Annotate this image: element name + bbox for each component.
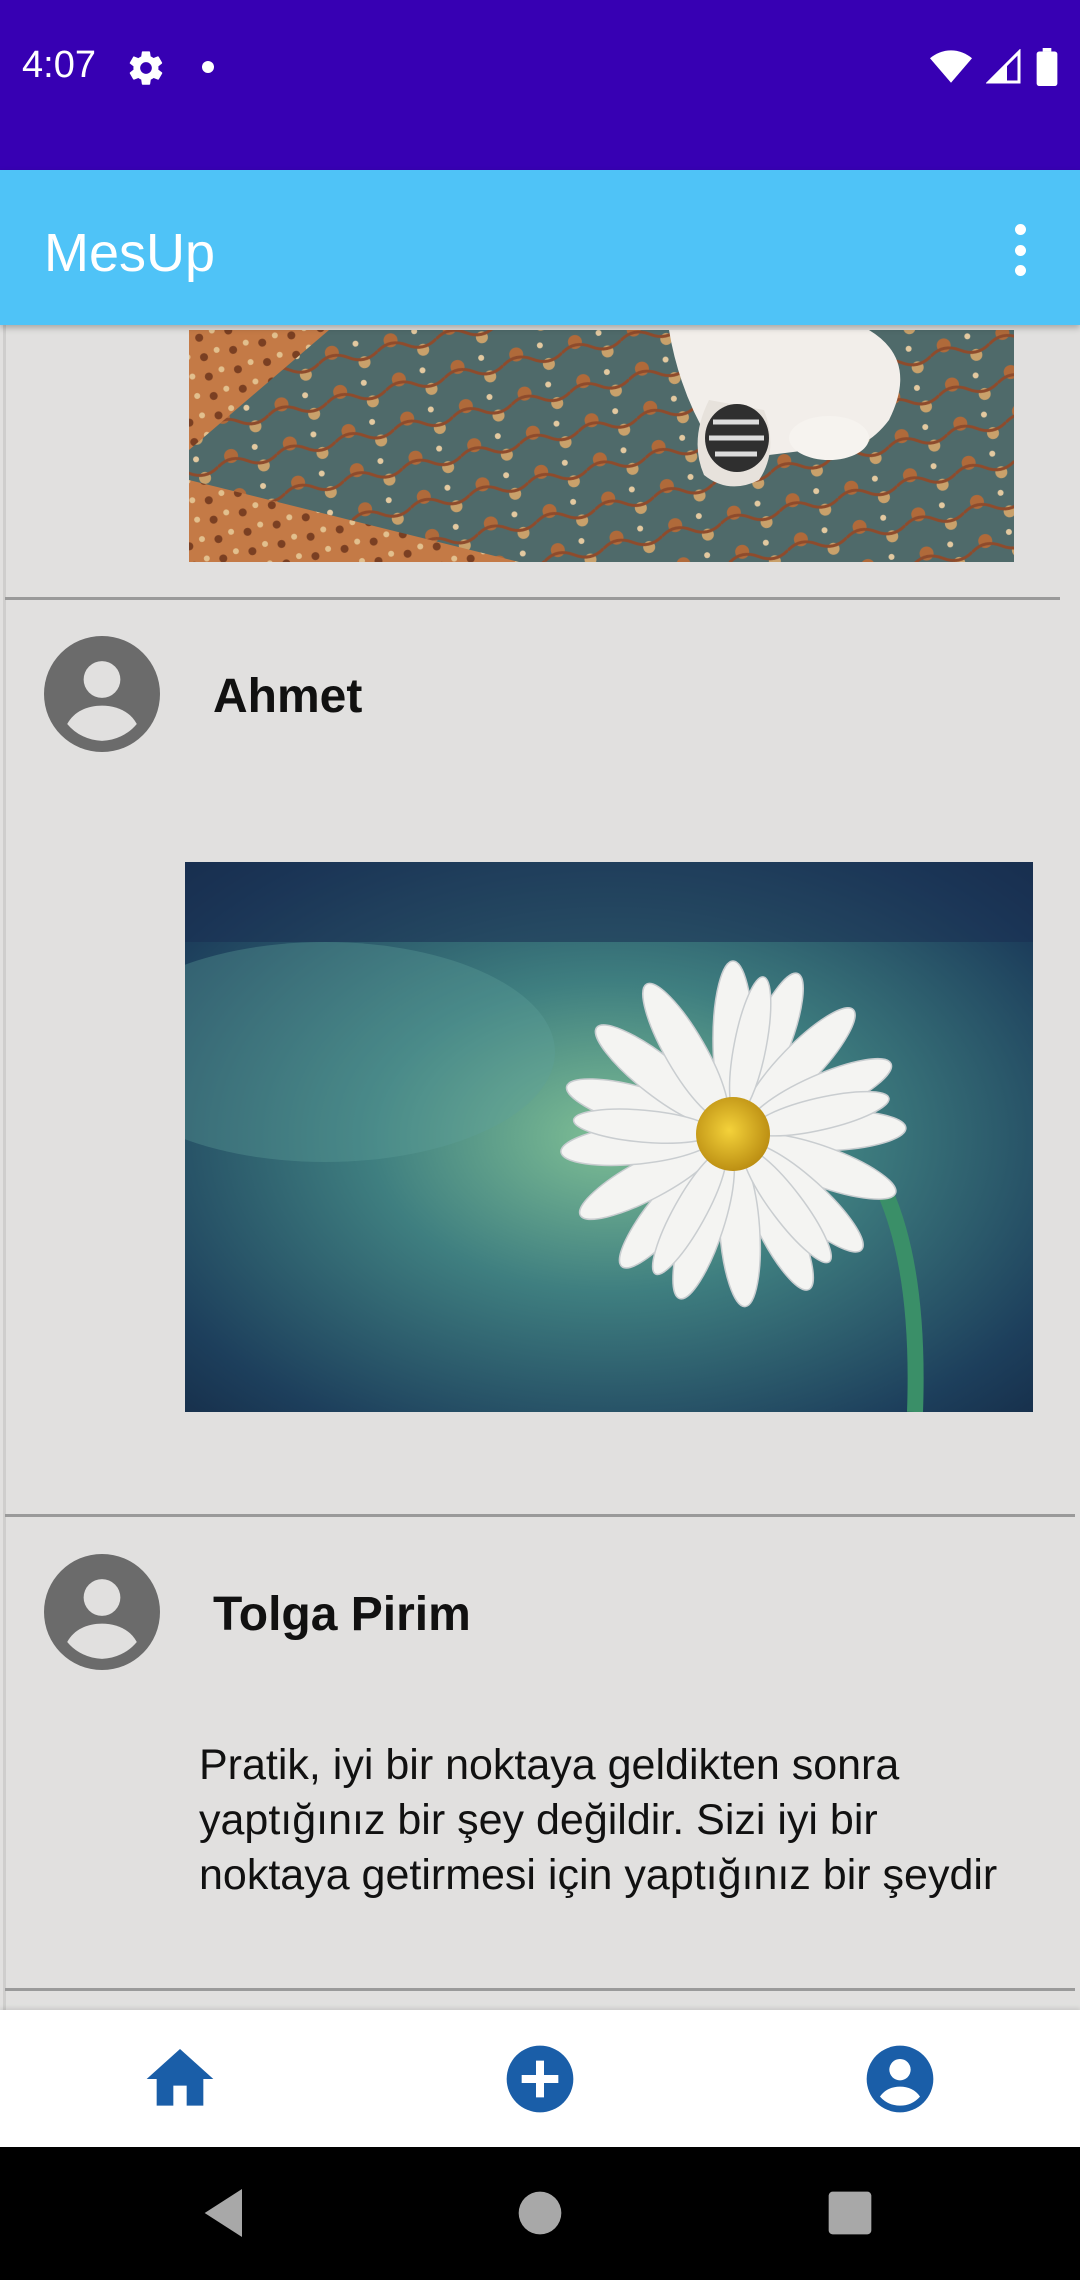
post-image[interactable]	[189, 330, 1014, 562]
status-bar: 4:07	[0, 0, 1080, 170]
avatar[interactable]	[44, 1554, 160, 1670]
avatar[interactable]	[44, 636, 160, 752]
home-icon	[146, 2048, 214, 2106]
app-title: MesUp	[44, 223, 216, 283]
add-circle-icon	[506, 2045, 574, 2112]
more-vert-icon[interactable]	[1000, 220, 1040, 280]
nav-profile-button[interactable]	[720, 2010, 1080, 2147]
post-author-name[interactable]: Ahmet	[213, 669, 362, 724]
battery-icon	[1036, 48, 1058, 86]
post-divider	[5, 597, 1060, 600]
app-bar: MesUp	[0, 170, 1080, 325]
status-icons	[930, 48, 1058, 86]
nav-add-post-button[interactable]	[360, 2010, 720, 2147]
back-icon[interactable]	[194, 2181, 258, 2245]
post-feed[interactable]: Ahmet Tolga Pirim Pratik, iyi bir noktay…	[0, 325, 1080, 2010]
account-circle-icon	[866, 2045, 934, 2112]
notification-dot-icon	[202, 61, 214, 73]
post-image[interactable]	[185, 862, 1033, 1412]
status-time: 4:07	[22, 44, 96, 86]
wifi-icon	[930, 50, 972, 83]
system-navigation-bar	[0, 2147, 1080, 2280]
post-divider	[5, 1988, 1075, 1991]
signal-icon	[986, 49, 1021, 84]
bottom-navigation	[0, 2010, 1080, 2147]
gear-icon	[129, 51, 163, 85]
nav-home-button[interactable]	[0, 2010, 360, 2147]
home-circle-icon[interactable]	[508, 2181, 572, 2245]
feed-edge	[3, 325, 6, 2010]
post-divider	[5, 1514, 1075, 1517]
post-text: Pratik, iyi bir noktaya geldikten sonra …	[199, 1741, 998, 1899]
recents-icon[interactable]	[818, 2181, 882, 2245]
post-author-name[interactable]: Tolga Pirim	[213, 1587, 471, 1642]
